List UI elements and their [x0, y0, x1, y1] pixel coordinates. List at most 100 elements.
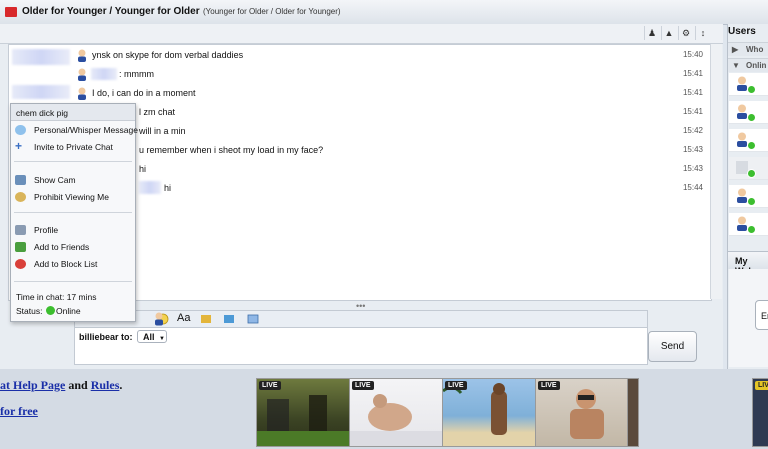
message-text: u remember when i sheot my load in my fa…	[139, 145, 324, 155]
enable-webcam-button[interactable]: Er	[755, 300, 768, 330]
message-time: 15:40	[682, 50, 703, 59]
webcam-icon	[15, 175, 26, 185]
message-text: hi	[139, 164, 147, 174]
plus-icon: +	[15, 139, 23, 153]
recipient-value: All	[143, 332, 155, 342]
add-friend-icon	[15, 242, 26, 252]
user-list-item[interactable]	[729, 129, 768, 152]
message-time: 15:42	[682, 126, 703, 135]
live-badge: LIVE	[259, 381, 281, 390]
chat-toolbar	[0, 24, 723, 44]
chevron-right-icon: ▶	[732, 45, 739, 54]
chat-message: ynsk on skype for dom verbal daddies 15:…	[9, 47, 711, 65]
live-cam-thumbnail[interactable]: LIVE	[535, 378, 629, 447]
user-list-item[interactable]	[729, 101, 768, 124]
my-webcam-header: My Web	[728, 251, 768, 276]
rules-link[interactable]: Rules	[91, 378, 120, 392]
online-status-icon	[747, 113, 756, 122]
time-in-chat: Time in chat: 17 mins	[16, 292, 97, 302]
sort-icon[interactable]: ↕	[695, 26, 710, 40]
menu-divider	[14, 161, 132, 162]
free-line: for free	[0, 404, 38, 419]
menu-divider	[14, 281, 132, 282]
menu-item-block[interactable]: Add to Block List	[11, 256, 135, 272]
menu-item-invite-private[interactable]: + Invite to Private Chat	[11, 139, 135, 155]
room-subtitle: (Younger for Older / Older for Younger)	[203, 7, 341, 16]
help-and-text: and	[65, 378, 91, 392]
help-line: at Help Page and Rules.	[0, 378, 122, 393]
message-text: will in a min	[139, 126, 186, 136]
message-text: hi	[164, 183, 172, 193]
status-label: Status:	[16, 306, 43, 316]
chevron-down-icon: ▼	[732, 61, 740, 70]
eye-icon	[15, 192, 26, 202]
message-time: 15:44	[682, 183, 703, 192]
users-panel-title: Users	[728, 26, 756, 37]
message-text: ynsk on skype for dom verbal daddies	[92, 50, 244, 60]
live-badge: LIVE	[445, 381, 467, 390]
live-badge: LIVE	[538, 381, 560, 390]
message-time: 15:43	[682, 164, 703, 173]
chevron-down-icon: ▼	[159, 336, 165, 342]
free-link[interactable]: for free	[0, 404, 38, 418]
live-cam-thumbnail[interactable]: LIVE	[752, 378, 768, 447]
live-cam-thumbnail[interactable]	[627, 378, 639, 447]
message-time: 15:43	[682, 145, 703, 154]
chat-message: I do, i can do in a moment 15:41	[9, 85, 711, 103]
block-icon	[15, 259, 26, 269]
message-text: l zm chat	[139, 107, 176, 117]
user-avatar-icon[interactable]	[76, 68, 88, 81]
message-text: I do, i can do in a moment	[92, 88, 196, 98]
color-icon[interactable]	[200, 313, 212, 325]
message-time: 15:41	[682, 69, 703, 78]
profile-icon	[15, 225, 26, 235]
user-context-menu: chem dick pig Personal/Whisper Message +…	[10, 103, 138, 322]
live-badge: LIVE	[352, 381, 374, 390]
user-icon[interactable]: ♟	[644, 26, 659, 40]
live-cam-thumbnail[interactable]: LIVE	[442, 378, 536, 447]
room-title: Older for Younger / Younger for Older	[22, 6, 200, 17]
context-menu-username: chem dick pig	[16, 108, 68, 118]
chat-message: : mmmm 15:41	[9, 66, 711, 84]
image-icon[interactable]	[223, 313, 235, 325]
user-list-item[interactable]	[729, 157, 768, 180]
user-list-item[interactable]	[729, 185, 768, 208]
warning-icon[interactable]: ▲	[661, 26, 676, 40]
menu-item-prohibit-viewing[interactable]: Prohibit Viewing Me	[11, 189, 135, 205]
menu-item-show-cam[interactable]: Show Cam	[11, 172, 135, 188]
menu-item-add-friends[interactable]: Add to Friends	[11, 239, 135, 255]
room-flag-icon	[5, 7, 17, 17]
user-list-item[interactable]	[729, 73, 768, 96]
user-avatar-icon[interactable]	[76, 87, 88, 100]
status-value: Online	[56, 306, 81, 316]
online-status-icon	[747, 85, 756, 94]
menu-item-profile[interactable]: Profile	[11, 222, 135, 238]
send-button[interactable]: Send	[648, 331, 697, 362]
font-size-control[interactable]: Aa	[177, 312, 190, 324]
message-time: 15:41	[682, 107, 703, 116]
user-group-who[interactable]: ▶ Who	[728, 42, 768, 56]
message-scrollbar[interactable]	[710, 44, 722, 299]
user-emote-icon[interactable]	[153, 312, 165, 326]
user-list-item[interactable]	[729, 213, 768, 236]
online-status-icon	[747, 225, 756, 234]
screenshot-icon[interactable]	[247, 313, 259, 325]
menu-divider	[14, 212, 132, 213]
live-cam-thumbnail[interactable]: LIVE	[256, 378, 350, 447]
help-period: .	[119, 378, 123, 392]
context-menu-header: chem dick pig	[11, 104, 135, 121]
live-cam-thumbnail[interactable]: LIVE	[349, 378, 443, 447]
recipient-select[interactable]: All ▼	[137, 330, 167, 343]
speech-bubble-icon	[15, 125, 26, 135]
user-group-online[interactable]: ▼ Onlin	[728, 58, 768, 72]
live-badge: LIVE	[755, 381, 768, 390]
recipient-label: billiebear to:	[79, 332, 133, 342]
online-status-icon	[747, 141, 756, 150]
help-page-link[interactable]: at Help Page	[0, 378, 65, 392]
user-avatar-icon[interactable]	[76, 49, 88, 62]
message-time: 15:41	[682, 88, 703, 97]
online-status-icon	[747, 169, 756, 178]
menu-item-whisper[interactable]: Personal/Whisper Message	[11, 122, 138, 138]
settings-icon[interactable]: ⚙	[678, 26, 693, 40]
online-status-icon	[46, 306, 55, 315]
